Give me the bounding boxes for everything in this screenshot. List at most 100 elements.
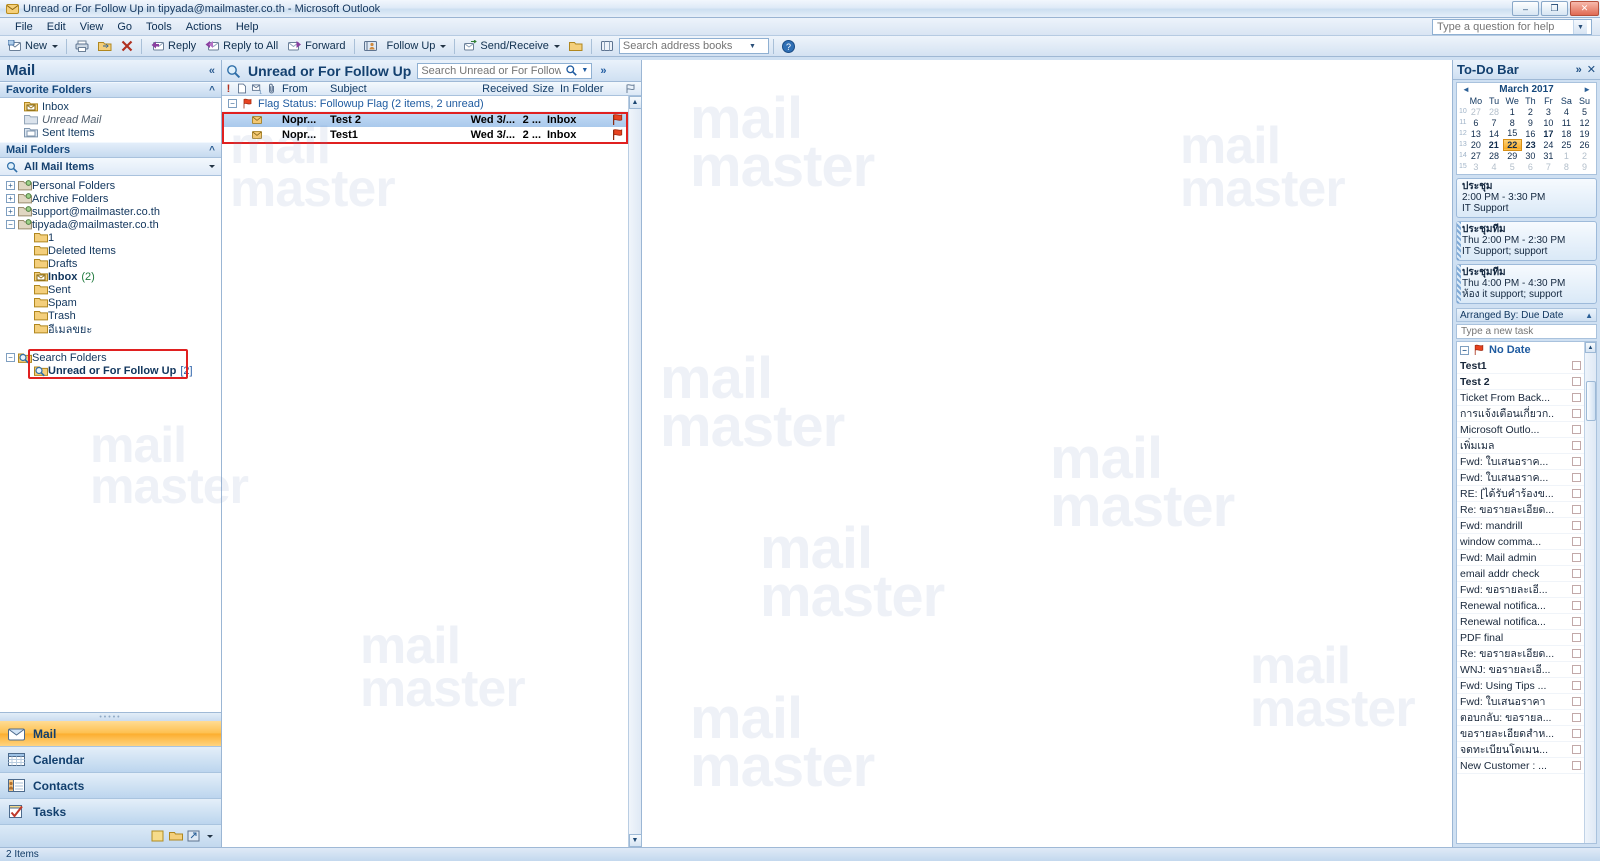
task-row[interactable]: Fwd: Mail admin (1457, 550, 1596, 566)
message-row[interactable]: Nopr... Test 2 Wed 3/... 2 ... Inbox (222, 112, 628, 127)
calendar-day-cell[interactable]: 4 (1485, 161, 1503, 172)
task-arrange-bar[interactable]: Arranged By: Due Date ▲ (1456, 308, 1597, 322)
scroll-up-icon[interactable]: ▲ (628, 96, 642, 109)
task-list-scrollbar[interactable]: ▲ (1584, 342, 1596, 843)
folder-node-4[interactable]: 1 (0, 231, 221, 244)
notes-module-mini-icon[interactable] (151, 830, 165, 842)
calendar-day-cell[interactable]: 31 (1539, 150, 1557, 161)
task-complete-checkbox[interactable] (1572, 585, 1581, 594)
task-row[interactable]: Fwd: Using Tips ... (1457, 678, 1596, 694)
calendar-day-cell[interactable]: 6 (1467, 117, 1485, 128)
address-search-box[interactable]: ▼ (618, 38, 769, 54)
column-attachment[interactable] (265, 82, 279, 95)
menu-view[interactable]: View (73, 19, 111, 35)
tree-expander-icon[interactable]: − (6, 220, 15, 229)
task-group-collapse-icon[interactable]: − (1460, 345, 1469, 355)
calendar-day-cell[interactable]: 5 (1575, 106, 1593, 117)
column-message-status[interactable]: 1 (249, 82, 265, 95)
task-complete-checkbox[interactable] (1572, 569, 1581, 578)
navpane-resize-grip[interactable]: ••••• (0, 713, 221, 721)
column-flag[interactable] (619, 82, 641, 95)
collapse-navpane-icon[interactable]: « (209, 65, 215, 77)
calendar-day-cell[interactable]: 27 (1467, 150, 1485, 161)
module-button-mail[interactable]: Mail (0, 721, 221, 747)
tree-expander-icon[interactable]: + (6, 194, 15, 203)
task-row[interactable]: WNJ: ขอรายละเอี... (1457, 662, 1596, 678)
task-complete-checkbox[interactable] (1572, 745, 1581, 754)
folder-node-7[interactable]: Inbox (2) (0, 270, 221, 283)
calendar-day-cell[interactable]: 2 (1521, 106, 1539, 117)
delete-button[interactable] (117, 37, 137, 56)
column-importance[interactable]: ! (222, 82, 235, 95)
task-complete-checkbox[interactable] (1572, 681, 1581, 690)
prev-month-icon[interactable]: ◄ (1462, 85, 1470, 94)
task-row[interactable]: เพิ่มเมล (1457, 438, 1596, 454)
task-row[interactable]: จดทะเบียนโดเมน... (1457, 742, 1596, 758)
calendar-day-cell[interactable]: 20 (1467, 139, 1485, 150)
module-button-calendar[interactable]: Calendar (0, 747, 221, 773)
new-chevron-down-icon[interactable] (52, 44, 59, 48)
task-row[interactable]: PDF final (1457, 630, 1596, 646)
task-complete-checkbox[interactable] (1572, 665, 1581, 674)
column-size[interactable]: Size (531, 82, 557, 95)
calendar-day-cell[interactable]: 28 (1485, 150, 1503, 161)
help-search-input[interactable] (1433, 20, 1573, 34)
mail-folders-header[interactable]: Mail Folders ^ (0, 142, 221, 158)
window-controls[interactable]: – ❐ ✕ (1512, 1, 1599, 16)
task-complete-checkbox[interactable] (1572, 729, 1581, 738)
new-task-box[interactable] (1456, 324, 1597, 339)
menu-actions[interactable]: Actions (179, 19, 229, 35)
calendar-day-cell[interactable]: 26 (1575, 139, 1593, 150)
menu-tools[interactable]: Tools (139, 19, 179, 35)
task-complete-checkbox[interactable] (1572, 617, 1581, 626)
folder-node-11[interactable]: อีเมลขยะ (0, 322, 221, 336)
calendar-day-cell[interactable]: 11 (1557, 117, 1575, 128)
calendar-day-cell[interactable]: 29 (1503, 150, 1521, 161)
calendar-day-cell[interactable]: 13 (1467, 128, 1485, 139)
search-icon[interactable] (563, 65, 579, 76)
task-complete-checkbox[interactable] (1572, 457, 1581, 466)
appointment-item[interactable]: ประชุมทีม Thu 4:00 PM - 4:30 PM ห้อง it su… (1456, 264, 1597, 304)
calendar-day-cell[interactable]: 7 (1539, 161, 1557, 172)
folder-node-6[interactable]: Drafts (0, 257, 221, 270)
column-subject[interactable]: Subject (327, 82, 480, 95)
mail-folders-chevron-up-icon[interactable]: ^ (209, 145, 215, 156)
open-folder-button[interactable] (565, 37, 587, 56)
task-complete-checkbox[interactable] (1572, 361, 1581, 370)
column-received[interactable]: Received (480, 82, 531, 95)
calendar-day-cell[interactable]: 17 (1539, 128, 1557, 139)
calendar-day-cell[interactable]: 1 (1503, 106, 1521, 117)
address-search-dropdown-icon[interactable]: ▼ (746, 43, 759, 50)
task-complete-checkbox[interactable] (1572, 409, 1581, 418)
all-mail-items-selector[interactable]: All Mail Items (0, 158, 221, 176)
calendar-day-cell[interactable]: 5 (1503, 161, 1521, 172)
todo-bar-close-icon[interactable]: ✕ (1587, 63, 1596, 76)
module-button-tasks[interactable]: Tasks (0, 799, 221, 825)
task-row[interactable]: การแจ้งเตือนเกี่ยวก.. (1457, 406, 1596, 422)
task-complete-checkbox[interactable] (1572, 601, 1581, 610)
sort-ascending-icon[interactable]: ▲ (1585, 311, 1593, 320)
calendar-grid[interactable]: Mo Tu We Th Fr Sa Su 10 27 28 1 2 3 4 5 11 6 7 8 9 10 11 12 12… (1459, 95, 1594, 172)
tree-expander-icon[interactable]: − (6, 353, 15, 362)
group-collapse-icon[interactable]: − (228, 99, 237, 108)
calendar-day-cell[interactable]: 9 (1521, 117, 1539, 128)
favorite-folders-header[interactable]: Favorite Folders ^ (0, 82, 221, 98)
address-search-input[interactable] (619, 39, 746, 53)
favorite-folders-chevron-up-icon[interactable]: ^ (209, 85, 215, 96)
new-task-input[interactable] (1457, 325, 1596, 338)
module-button-contacts[interactable]: Contacts (0, 773, 221, 799)
calendar-day-cell[interactable]: 18 (1557, 128, 1575, 139)
new-button[interactable]: New (4, 37, 62, 56)
calendar-day-cell[interactable]: 10 (1539, 117, 1557, 128)
reply-all-button[interactable]: Reply to All (201, 37, 282, 56)
task-complete-checkbox[interactable] (1572, 425, 1581, 434)
task-row[interactable]: email addr check (1457, 566, 1596, 582)
task-row[interactable]: Fwd: ใบเสนอราค... (1457, 470, 1596, 486)
task-row[interactable]: Test 2 (1457, 374, 1596, 390)
forward-button[interactable]: Forward (283, 37, 349, 56)
task-complete-checkbox[interactable] (1572, 633, 1581, 642)
task-row[interactable]: Re: ขอรายละเอียด... (1457, 502, 1596, 518)
task-row[interactable]: Microsoft Outlo... (1457, 422, 1596, 438)
maximize-button[interactable]: ❐ (1541, 1, 1568, 16)
task-row[interactable]: Ticket From Back... (1457, 390, 1596, 406)
